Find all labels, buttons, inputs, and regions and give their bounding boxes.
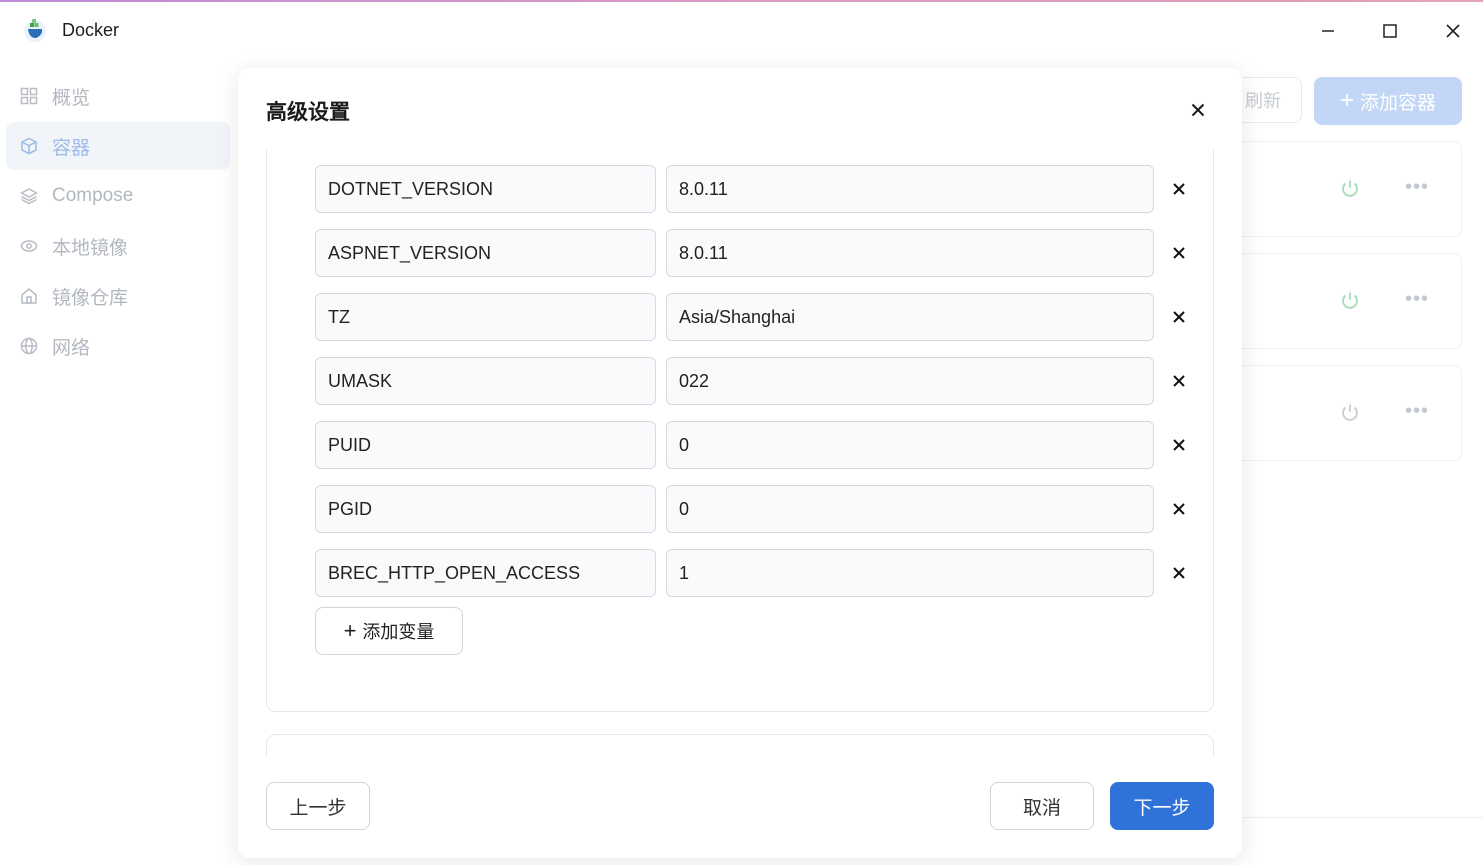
remove-env-var-button[interactable] [1167,433,1191,457]
sidebar-item-network[interactable]: 网络 [6,322,230,370]
sidebar-item-label: Compose [52,185,134,206]
env-key-input[interactable]: ASPNET_VERSION [315,229,656,277]
minimize-icon [1322,30,1334,32]
remove-env-var-button[interactable] [1167,241,1191,265]
dialog-title: 高级设置 [266,101,350,124]
sidebar-item-compose[interactable]: Compose [6,172,230,220]
maximize-button[interactable] [1375,16,1405,46]
env-key-input[interactable]: TZ [315,293,656,341]
close-icon [1173,311,1185,323]
add-variable-label: 添加变量 [362,622,435,642]
sidebar-item-image-registry[interactable]: 镜像仓库 [6,272,230,320]
add-container-button[interactable]: + 添加容器 [1314,77,1462,125]
env-var-row: PUID 0 [315,421,1195,469]
docker-logo-icon [24,19,46,42]
container-card[interactable]: ••• [1220,141,1462,237]
env-key-input[interactable]: PUID [315,421,656,469]
remove-env-var-button[interactable] [1167,497,1191,521]
plus-icon: + [343,618,357,643]
container-card[interactable]: ••• [1220,253,1462,349]
remove-env-var-button[interactable] [1167,177,1191,201]
env-var-row: ASPNET_VERSION 8.0.11 [315,229,1195,277]
power-icon[interactable] [1339,290,1361,312]
globe-icon [20,337,38,355]
remove-env-var-button[interactable] [1167,561,1191,585]
close-icon [1173,439,1185,451]
close-icon [1191,103,1205,117]
remove-env-var-button[interactable] [1167,369,1191,393]
env-value-input[interactable]: 8.0.11 [666,229,1154,277]
sidebar-item-label: 镜像仓库 [52,287,129,309]
close-icon [1173,183,1185,195]
next-section-panel [266,734,1214,756]
home-icon [20,287,38,305]
advanced-settings-dialog: 高级设置 DOTNET_RUNNING_IN_CONTAINER true DO… [238,68,1242,858]
dialog-footer: 上一步 取消 下一步 [238,756,1242,858]
window-title: Docker [62,20,120,40]
power-icon[interactable] [1339,178,1361,200]
close-icon [1173,247,1185,259]
cancel-button[interactable]: 取消 [990,782,1094,830]
close-window-button[interactable] [1438,16,1468,46]
env-var-row: DOTNET_VERSION 8.0.11 [315,165,1195,213]
eye-icon [20,237,38,255]
more-icon[interactable]: ••• [1405,400,1429,423]
remove-env-var-button[interactable] [1167,305,1191,329]
sidebar: 概览 容器 Compose 本地镜像 镜像仓库 网络 [0,70,236,372]
env-key-input[interactable]: UMASK [315,357,656,405]
sidebar-item-containers[interactable]: 容器 [6,122,230,170]
env-value-input[interactable]: 8.0.11 [666,165,1154,213]
next-step-button[interactable]: 下一步 [1110,782,1214,830]
close-icon [1173,375,1185,387]
sidebar-item-overview[interactable]: 概览 [6,72,230,120]
refresh-label: 刷新 [1245,91,1281,111]
env-value-input[interactable]: 1 [666,549,1154,597]
add-variable-button[interactable]: + 添加变量 [315,607,463,655]
env-key-input[interactable]: DOTNET_VERSION [315,165,656,213]
container-card[interactable]: ••• [1220,365,1462,461]
env-value-input[interactable]: Asia/Shanghai [666,293,1154,341]
env-value-input[interactable]: 022 [666,357,1154,405]
title-bar: Docker [0,2,1483,58]
close-icon [1173,567,1185,579]
previous-step-button[interactable]: 上一步 [266,782,370,830]
add-container-label: 添加容器 [1360,92,1437,114]
env-var-row: UMASK 022 [315,357,1195,405]
more-icon[interactable]: ••• [1405,288,1429,311]
env-var-row: TZ Asia/Shanghai [315,293,1195,341]
grid-icon [20,87,38,105]
plus-icon: + [1339,87,1354,114]
env-var-row: PGID 0 [315,485,1195,533]
sidebar-item-label: 概览 [52,87,91,109]
dialog-scroll-area[interactable]: DOTNET_RUNNING_IN_CONTAINER true DOTNET_… [238,150,1242,756]
env-key-input[interactable]: PGID [315,485,656,533]
env-vars-panel: DOTNET_RUNNING_IN_CONTAINER true DOTNET_… [266,150,1214,712]
power-icon[interactable] [1339,402,1361,424]
env-var-row: BREC_HTTP_OPEN_ACCESS 1 [315,549,1195,597]
maximize-icon [1383,24,1397,38]
minimize-button[interactable] [1313,16,1343,46]
env-key-input[interactable]: BREC_HTTP_OPEN_ACCESS [315,549,656,597]
dialog-close-button[interactable] [1186,98,1210,122]
background-footer [1242,817,1483,865]
layers-icon [20,187,38,205]
close-icon [1446,24,1460,38]
env-value-input[interactable]: 0 [666,485,1154,533]
env-value-input[interactable]: 0 [666,421,1154,469]
more-icon[interactable]: ••• [1405,176,1429,199]
cube-icon [20,137,38,155]
sidebar-item-local-images[interactable]: 本地镜像 [6,222,230,270]
close-icon [1173,503,1185,515]
sidebar-item-label: 网络 [52,337,91,359]
sidebar-item-label: 容器 [52,137,91,159]
sidebar-item-label: 本地镜像 [52,237,129,259]
